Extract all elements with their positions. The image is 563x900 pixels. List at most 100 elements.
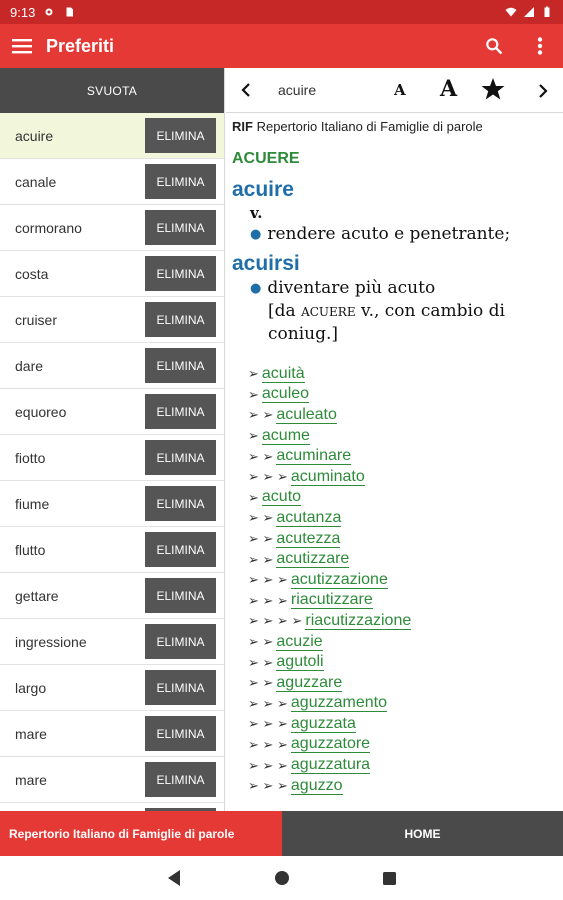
favorites-list: acuire ELIMINA canale ELIMINA cormorano ELIMI… (0, 113, 224, 811)
delete-favorite-button[interactable]: ELIMINA (145, 302, 216, 337)
source-name: Repertorio Italiano di Famiglie di parol… (256, 119, 483, 134)
wifi-icon (505, 7, 517, 17)
derived-word-link[interactable]: acutizzazione (290, 571, 388, 589)
favorite-word: fiotto (15, 449, 46, 466)
delete-favorite-button[interactable]: ELIMINA (145, 486, 216, 521)
lemma-acuirsi: acuirsi (232, 252, 300, 275)
derived-word-link[interactable]: aculeato (276, 406, 337, 424)
arrow-icon: ➢ ➢ ➢ (248, 778, 288, 794)
derived-word-link[interactable]: aguzzata (290, 715, 356, 733)
derived-word-link[interactable]: acuminato (290, 468, 365, 486)
delete-favorite-button[interactable]: ELIMINA (145, 394, 216, 429)
derived-word-row: ➢ ➢ ➢ ➢ riacutizzazione (248, 611, 557, 632)
derived-word-link[interactable]: riacutizzare (290, 592, 373, 610)
favorite-item[interactable]: ELIMINA (0, 803, 224, 811)
delete-favorite-button[interactable]: ELIMINA (145, 118, 216, 153)
favorite-item[interactable]: gettare ELIMINA (0, 573, 224, 619)
arrow-icon: ➢ ➢ ➢ (248, 572, 288, 588)
derived-word-link[interactable]: aguzzo (290, 777, 343, 795)
star-icon[interactable] (481, 77, 505, 101)
favorite-item[interactable]: acuire ELIMINA (0, 113, 224, 159)
delete-favorite-button[interactable]: ELIMINA (145, 256, 216, 291)
home-icon[interactable] (274, 870, 290, 886)
arrow-icon: ➢ ➢ ➢ (248, 592, 288, 608)
derived-word-link[interactable]: aculeo (261, 386, 310, 404)
favorite-item[interactable]: flutto ELIMINA (0, 527, 224, 573)
derived-word-row: ➢ ➢ acuzie (248, 632, 557, 653)
derived-word-link[interactable]: acutanza (276, 509, 342, 527)
favorite-word: largo (15, 679, 47, 696)
delete-favorite-button[interactable]: ELIMINA (145, 440, 216, 475)
favorite-item[interactable]: cruiser ELIMINA (0, 297, 224, 343)
favorite-item[interactable]: canale ELIMINA (0, 159, 224, 205)
increase-font-button[interactable]: A (440, 76, 457, 102)
next-entry-button[interactable] (523, 68, 563, 113)
menu-button[interactable] (0, 24, 44, 68)
favorite-item[interactable]: cormorano ELIMINA (0, 205, 224, 251)
decrease-font-button[interactable]: A (394, 81, 406, 99)
derived-word-link[interactable]: acume (261, 427, 310, 445)
favorite-item[interactable]: dare ELIMINA (0, 343, 224, 389)
derived-word-link[interactable]: riacutizzazione (305, 612, 412, 630)
derived-word-link[interactable]: aguzzamento (290, 695, 387, 713)
derived-word-row: ➢ ➢ ➢ acutizzazione (248, 570, 557, 591)
favorite-word: mare (15, 725, 47, 742)
favorite-item[interactable]: costa ELIMINA (0, 251, 224, 297)
back-icon[interactable] (166, 869, 182, 887)
favorite-item[interactable]: fiotto ELIMINA (0, 435, 224, 481)
derived-word-row: ➢ ➢ acuminare (248, 446, 557, 467)
recents-icon[interactable] (382, 871, 397, 886)
derived-word-row: ➢ ➢ ➢ acuminato (248, 467, 557, 488)
favorite-item[interactable]: equoreo ELIMINA (0, 389, 224, 435)
derived-word-link[interactable]: acutezza (276, 530, 341, 548)
favorite-item[interactable]: largo ELIMINA (0, 665, 224, 711)
derived-word-link[interactable]: acuminare (276, 448, 352, 466)
arrow-icon: ➢ ➢ (248, 551, 274, 567)
home-tab-button[interactable]: HOME (282, 811, 563, 856)
derived-word-row: ➢ ➢ acutizzare (248, 549, 557, 570)
derived-word-row: ➢ acuità (248, 364, 557, 385)
derived-word-link[interactable]: aguzzatore (290, 736, 371, 754)
derived-word-link[interactable]: aguzzare (276, 674, 343, 692)
favorite-word: cormorano (15, 219, 82, 236)
definition-2: ● diventare più acuto (250, 278, 557, 300)
search-button[interactable] (471, 24, 517, 68)
settings-icon (45, 8, 53, 16)
derived-word-link[interactable]: acuità (261, 365, 305, 383)
favorite-item[interactable]: fiume ELIMINA (0, 481, 224, 527)
arrow-icon: ➢ ➢ ➢ ➢ (248, 613, 303, 629)
derived-word-link[interactable]: aguzzatura (290, 757, 371, 775)
arrow-icon: ➢ ➢ ➢ (248, 757, 288, 773)
derived-word-row: ➢ aculeo (248, 385, 557, 406)
delete-favorite-button[interactable]: ELIMINA (145, 164, 216, 199)
delete-favorite-button[interactable]: ELIMINA (145, 210, 216, 245)
definition-2-text: diventare più acuto (267, 278, 436, 298)
delete-favorite-button[interactable]: ELIMINA (145, 624, 216, 659)
delete-favorite-button[interactable]: ELIMINA (145, 716, 216, 751)
delete-favorite-button[interactable]: ELIMINA (145, 670, 216, 705)
delete-favorite-button[interactable]: ELIMINA (145, 578, 216, 613)
derived-word-link[interactable]: acuto (261, 489, 302, 507)
favorite-word: dare (15, 357, 44, 374)
favorite-word: mare (15, 771, 47, 788)
favorite-word: equoreo (15, 403, 67, 420)
delete-favorite-button[interactable]: ELIMINA (145, 532, 216, 567)
delete-favorite-button[interactable]: ELIMINA (145, 762, 216, 797)
current-entry-word: acuire (278, 82, 317, 98)
derived-word-row: ➢ ➢ ➢ riacutizzare (248, 591, 557, 612)
arrow-icon: ➢ ➢ (248, 510, 274, 526)
favorite-item[interactable]: ingressione ELIMINA (0, 619, 224, 665)
battery-icon (544, 6, 550, 17)
favorite-word: flutto (15, 541, 46, 558)
more-options-button[interactable] (517, 24, 563, 68)
menu-icon (12, 39, 32, 54)
delete-favorite-button[interactable]: ELIMINA (145, 348, 216, 383)
derived-word-link[interactable]: acutizzare (276, 551, 350, 569)
derived-word-link[interactable]: agutoli (276, 654, 324, 672)
favorite-item[interactable]: mare ELIMINA (0, 757, 224, 803)
clear-all-button[interactable]: SVUOTA (0, 68, 224, 113)
derived-word-link[interactable]: acuzie (276, 633, 323, 651)
source-tab-button[interactable]: Repertorio Italiano di Famiglie di parol… (0, 811, 282, 856)
previous-entry-button[interactable] (226, 68, 266, 113)
favorite-item[interactable]: mare ELIMINA (0, 711, 224, 757)
